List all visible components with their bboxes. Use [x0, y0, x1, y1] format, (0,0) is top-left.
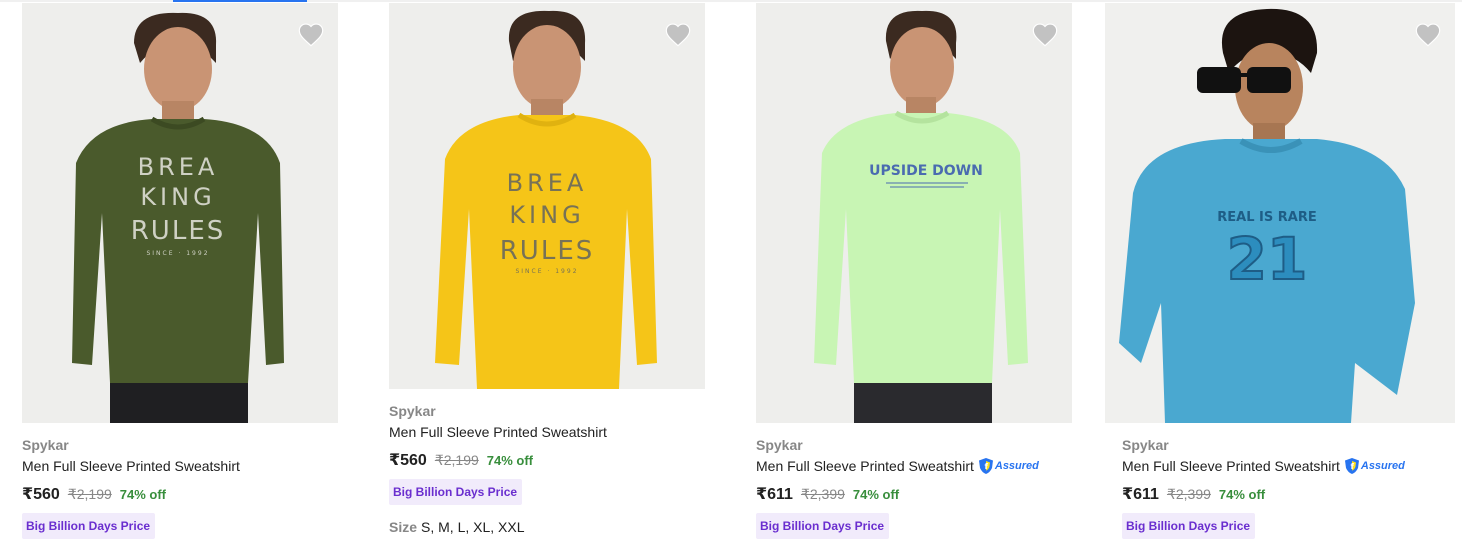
product-photo: UPSIDE DOWN: [756, 3, 1072, 423]
discount-percent: 74% off: [119, 487, 167, 502]
assured-shield-icon: f: [978, 458, 993, 474]
price-row: ₹611 ₹2,399 74% off: [1122, 484, 1455, 504]
svg-text:f: f: [1350, 462, 1354, 471]
assured-label: Assured: [1360, 460, 1405, 472]
product-image[interactable]: UPSIDE DOWN: [756, 3, 1072, 423]
product-brand: Spykar: [22, 437, 69, 453]
product-title-text[interactable]: Men Full Sleeve Printed Sweatshirt: [1122, 457, 1340, 475]
product-card[interactable]: BREA KING RULES SINCE · 1992 Spykar Men …: [389, 3, 705, 535]
product-card[interactable]: REAL IS RARE 21 Spykar Men Full Sleeve P…: [1105, 3, 1455, 539]
price-row: ₹560 ₹2,199 74% off: [389, 450, 705, 470]
print-caption: SINCE · 1992: [146, 250, 209, 257]
assured-label: Assured: [994, 460, 1039, 472]
offer-badge: Big Billion Days Price: [756, 513, 890, 539]
wishlist-heart-icon[interactable]: [1413, 19, 1443, 49]
product-photo: REAL IS RARE 21: [1105, 3, 1455, 423]
product-title-text[interactable]: Men Full Sleeve Printed Sweatshirt: [389, 423, 607, 441]
discount-percent: 74% off: [486, 453, 534, 468]
selling-price: ₹560: [389, 452, 427, 469]
product-image[interactable]: REAL IS RARE 21: [1105, 3, 1455, 423]
original-price: ₹2,199: [434, 452, 479, 468]
price-row: ₹560 ₹2,199 74% off: [22, 484, 338, 504]
product-title-text[interactable]: Men Full Sleeve Printed Sweatshirt: [756, 457, 974, 475]
assured-badge: f Assured: [1344, 457, 1405, 475]
offer-badge: Big Billion Days Price: [1122, 513, 1256, 539]
original-price: ₹2,399: [1166, 486, 1211, 502]
offer-badge: Big Billion Days Price: [389, 479, 523, 505]
product-title[interactable]: Men Full Sleeve Printed Sweatshirt: [22, 457, 338, 475]
product-image[interactable]: BREA KING RULES SINCE · 1992: [22, 3, 338, 423]
product-brand: Spykar: [1122, 437, 1169, 453]
discount-percent: 74% off: [852, 487, 900, 502]
price-row: ₹611 ₹2,399 74% off: [756, 484, 1072, 504]
original-price: ₹2,399: [800, 486, 845, 502]
print-line-2: KING: [509, 201, 584, 229]
product-brand: Spykar: [756, 437, 803, 453]
sizes-values: S, M, L, XL, XXL: [421, 519, 525, 535]
product-photo: BREA KING RULES SINCE · 1992: [22, 3, 338, 423]
selling-price: ₹560: [22, 486, 60, 503]
product-photo: BREA KING RULES SINCE · 1992: [389, 3, 705, 389]
print-caption: SINCE · 1992: [515, 268, 578, 275]
product-image[interactable]: BREA KING RULES SINCE · 1992: [389, 3, 705, 389]
assured-shield-icon: f: [1344, 458, 1359, 474]
selling-price: ₹611: [1122, 486, 1159, 503]
svg-text:f: f: [984, 462, 988, 471]
active-tab-indicator: [173, 0, 307, 2]
print-line-3: RULES: [500, 236, 595, 266]
product-card[interactable]: UPSIDE DOWN Spykar Men Full Sleeve Print…: [756, 3, 1072, 539]
print-line-1: BREA: [138, 153, 219, 181]
print-line-2: 21: [1227, 225, 1308, 293]
wishlist-heart-icon[interactable]: [296, 19, 326, 49]
sizes-label: Size: [389, 519, 418, 535]
print-line-3: RULES: [131, 216, 226, 246]
product-brand: Spykar: [389, 403, 436, 419]
product-title-text[interactable]: Men Full Sleeve Printed Sweatshirt: [22, 457, 240, 475]
product-card[interactable]: BREA KING RULES SINCE · 1992 Spykar Men …: [22, 3, 338, 539]
print-line-1: UPSIDE DOWN: [869, 163, 983, 179]
wishlist-heart-icon[interactable]: [1030, 19, 1060, 49]
print-line-2: KING: [140, 183, 215, 211]
assured-badge: f Assured: [978, 457, 1039, 475]
product-title[interactable]: Men Full Sleeve Printed Sweatshirt f Ass…: [756, 457, 1072, 475]
product-title[interactable]: Men Full Sleeve Printed Sweatshirt f Ass…: [1122, 457, 1455, 475]
offer-badge: Big Billion Days Price: [22, 513, 156, 539]
print-line-1: BREA: [507, 169, 588, 197]
print-line-1: REAL IS RARE: [1217, 210, 1316, 225]
product-title[interactable]: Men Full Sleeve Printed Sweatshirt: [389, 423, 705, 441]
available-sizes: Size S, M, L, XL, XXL: [389, 519, 705, 535]
original-price: ₹2,199: [67, 486, 112, 502]
selling-price: ₹611: [756, 486, 793, 503]
discount-percent: 74% off: [1218, 487, 1266, 502]
wishlist-heart-icon[interactable]: [663, 19, 693, 49]
